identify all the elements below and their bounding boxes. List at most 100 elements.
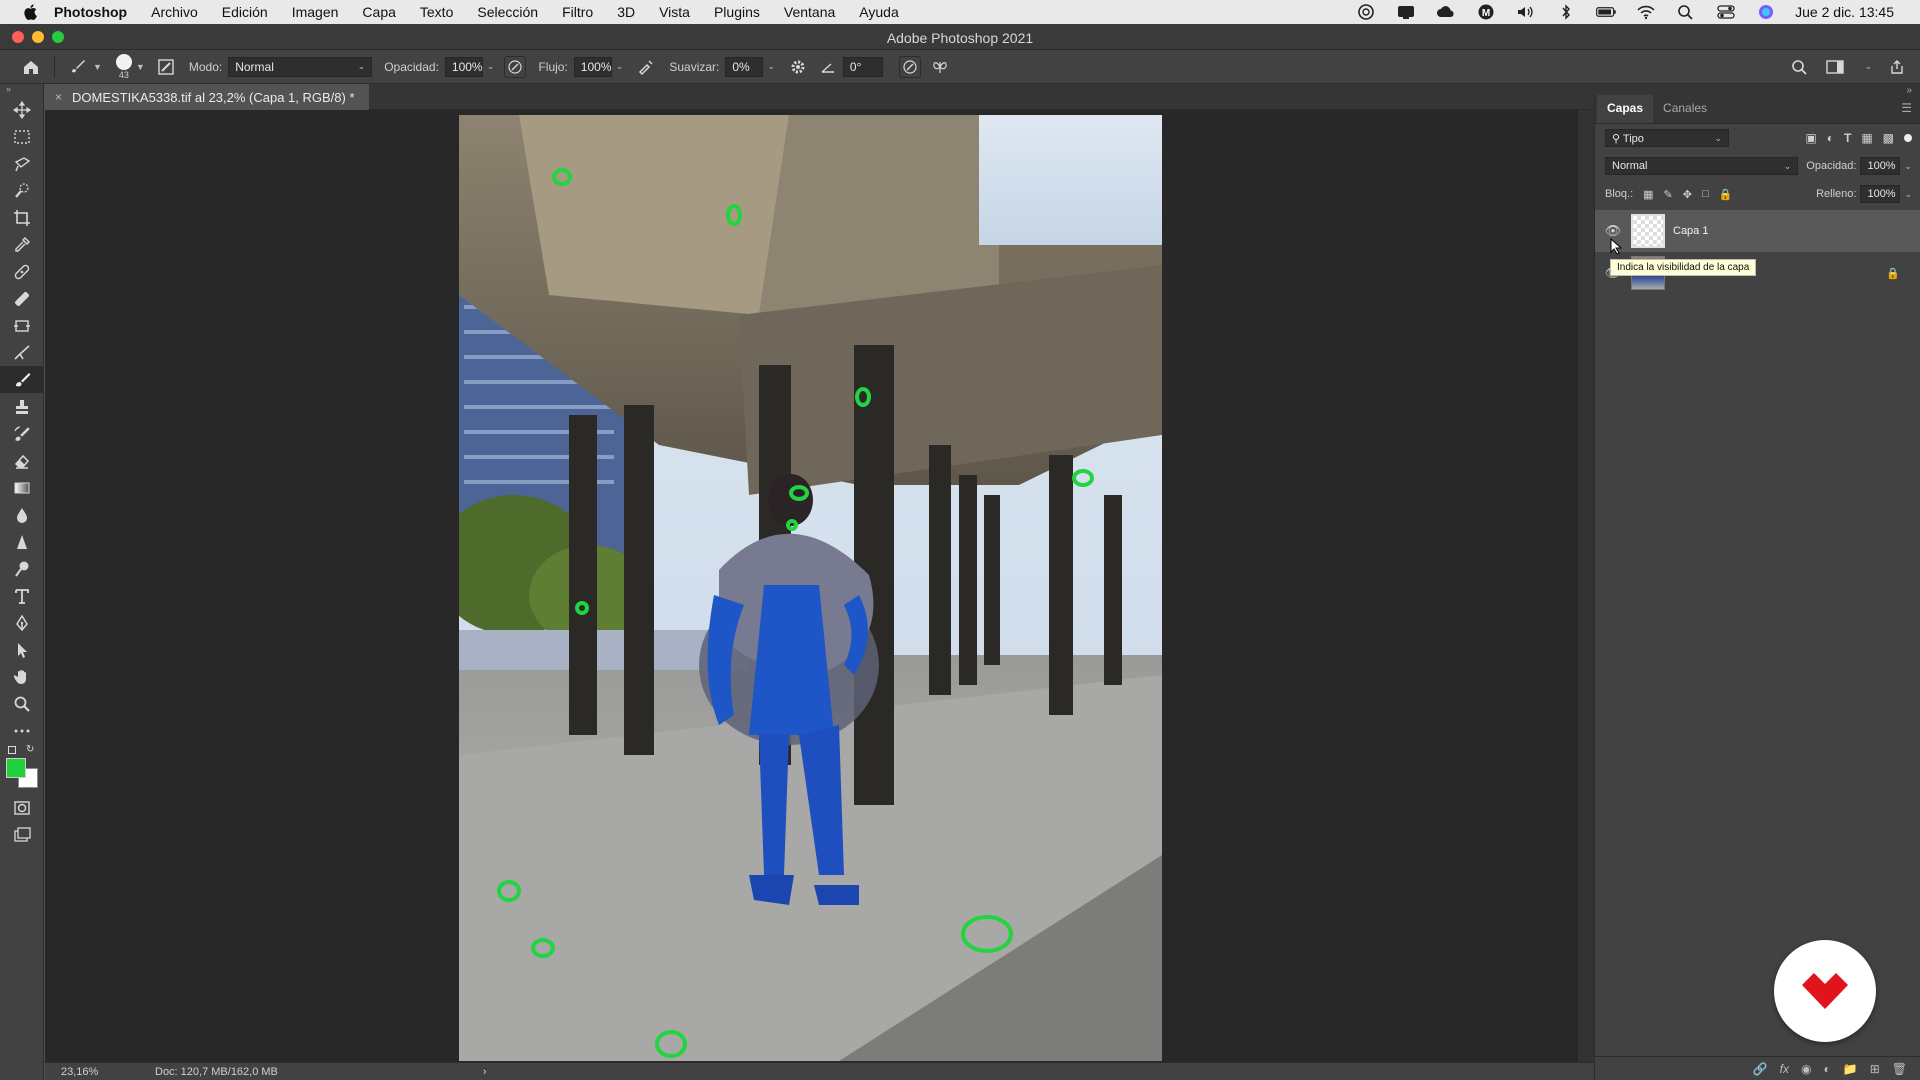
menubar-clock[interactable]: Jue 2 dic. 13:45 [1795,4,1894,20]
pressure-opacity-icon[interactable] [504,55,527,78]
visibility-eye-icon[interactable]: 👁 [1603,223,1623,239]
marquee-tool-icon[interactable] [0,123,44,150]
menu-filtro[interactable]: Filtro [562,4,593,20]
search-icon[interactable] [1788,56,1810,78]
battery-icon[interactable] [1595,4,1617,20]
history-brush-tool-icon[interactable] [0,420,44,447]
brush-size-chevron-icon[interactable]: ▼ [136,62,145,72]
flow-chevron-icon[interactable]: ⌄ [616,61,624,72]
volume-icon[interactable] [1515,4,1537,20]
menu-ayuda[interactable]: Ayuda [859,4,898,20]
healing-brush-tool-icon[interactable] [0,258,44,285]
symmetry-butterfly-icon[interactable] [929,56,951,78]
brush-preset-icon[interactable] [67,56,89,78]
red-eye-tool-icon[interactable] [0,339,44,366]
lock-artboard-icon[interactable]: □ [1702,188,1709,200]
menu-vista[interactable]: Vista [659,4,690,20]
filter-type-icon[interactable]: T [1844,131,1851,145]
control-center-icon[interactable] [1715,4,1737,20]
more-tools-icon[interactable] [0,717,44,744]
airbrush-icon[interactable] [635,56,657,78]
status-menu-arrow-icon[interactable]: › [483,1066,487,1078]
menu-archivo[interactable]: Archivo [151,4,198,20]
menu-3d[interactable]: 3D [617,4,635,20]
menu-imagen[interactable]: Imagen [292,4,339,20]
notification-app-icon[interactable] [1395,4,1417,20]
lock-position-icon[interactable]: ✥ [1683,188,1692,201]
gear-icon[interactable] [787,56,809,78]
filter-smart-object-icon[interactable]: ▩ [1883,131,1894,145]
menu-capa[interactable]: Capa [362,4,395,20]
tab-canales[interactable]: Canales [1653,101,1717,123]
new-group-icon[interactable]: 📁 [1843,1062,1858,1076]
link-layers-icon[interactable]: 🔗 [1753,1062,1768,1076]
lasso-tool-icon[interactable] [0,150,44,177]
delete-layer-icon[interactable]: 🗑 [1892,1062,1907,1076]
smooth-chevron-icon[interactable]: ⌄ [767,61,775,72]
brush-preset-chevron-icon[interactable]: ▼ [93,62,102,72]
lock-all-icon[interactable]: 🔒 [1719,188,1733,201]
menu-texto[interactable]: Texto [420,4,453,20]
canvas-area[interactable] [45,110,1594,1062]
close-tab-icon[interactable]: × [55,90,62,104]
content-aware-move-tool-icon[interactable] [0,312,44,339]
sharpen-tool-icon[interactable] [0,528,44,555]
layer-filter-select[interactable]: ⚲ Tipo ⌄ [1605,129,1729,147]
filter-toggle-icon[interactable] [1904,134,1912,142]
quick-selection-tool-icon[interactable] [0,177,44,204]
lock-transparency-icon[interactable]: ▦ [1643,188,1653,201]
layer-style-fx-icon[interactable]: fx [1780,1062,1789,1076]
screen-mode-icon[interactable] [0,821,44,848]
brush-tool-icon[interactable] [0,366,44,393]
mode-select[interactable]: Normal ⌄ [228,56,373,77]
crop-tool-icon[interactable] [0,204,44,231]
wifi-icon[interactable] [1635,4,1657,20]
adjustment-layer-icon[interactable]: ◐ [1824,1062,1831,1076]
brush-settings-panel-icon[interactable] [155,56,177,78]
menu-plugins[interactable]: Plugins [714,4,760,20]
blur-tool-icon[interactable] [0,501,44,528]
swap-colors-icon[interactable]: ↻ [26,744,34,755]
document-tab[interactable]: × DOMESTIKA5338.tif al 23,2% (Capa 1, RG… [45,84,369,110]
collapse-panels-icon[interactable]: » [1906,85,1912,96]
filter-shape-icon[interactable]: ▦ [1861,131,1872,145]
hand-tool-icon[interactable] [0,663,44,690]
angle-input[interactable]: 0° [842,56,883,77]
share-icon[interactable] [1886,56,1908,78]
menu-edicion[interactable]: Edición [222,4,268,20]
new-layer-icon[interactable]: ⊞ [1870,1062,1880,1076]
eyedropper-tool-icon[interactable] [0,231,44,258]
add-mask-icon[interactable]: ◉ [1801,1062,1811,1076]
panel-menu-icon[interactable]: ☰ [1901,101,1920,123]
smooth-input[interactable]: 0% [725,56,764,77]
filter-adjustment-icon[interactable]: ◐ [1827,131,1834,145]
zoom-tool-icon[interactable] [0,690,44,717]
brush-size-picker[interactable]: 43 [115,53,132,80]
foreground-color-swatch[interactable] [6,758,26,778]
collapse-toolbar-icon[interactable]: » [0,84,43,96]
gradient-tool-icon[interactable] [0,474,44,501]
workspace-chevron-icon[interactable]: ⌄ [1864,61,1872,72]
zoom-level[interactable]: 23,16% [45,1066,125,1078]
opacity-chevron-icon[interactable]: ⌄ [487,61,495,72]
opacity-input[interactable]: 100% [444,56,483,77]
patch-tool-icon[interactable] [0,285,44,312]
dodge-tool-icon[interactable] [0,555,44,582]
siri-icon[interactable] [1755,4,1777,20]
apple-icon[interactable] [22,4,40,20]
move-tool-icon[interactable] [0,96,44,123]
layer-opacity-input[interactable]: 100% [1860,157,1901,175]
lock-pixels-icon[interactable]: ✎ [1664,188,1673,201]
filter-pixel-icon[interactable]: ▣ [1805,131,1816,145]
vertical-scrollbar[interactable] [1578,110,1594,1062]
workspace-icon[interactable] [1824,56,1846,78]
m-app-icon[interactable]: M [1475,4,1497,20]
tab-capas[interactable]: Capas [1597,95,1654,123]
layer-opacity-chevron-icon[interactable]: ⌄ [1904,161,1912,172]
layer-row-capa-1[interactable]: 👁 Capa 1 [1595,210,1920,252]
home-icon[interactable] [20,56,42,78]
eraser-tool-icon[interactable] [0,447,44,474]
fill-input[interactable]: 100% [1860,185,1901,203]
pen-tool-icon[interactable] [0,609,44,636]
blend-mode-select[interactable]: Normal ⌄ [1605,157,1799,175]
